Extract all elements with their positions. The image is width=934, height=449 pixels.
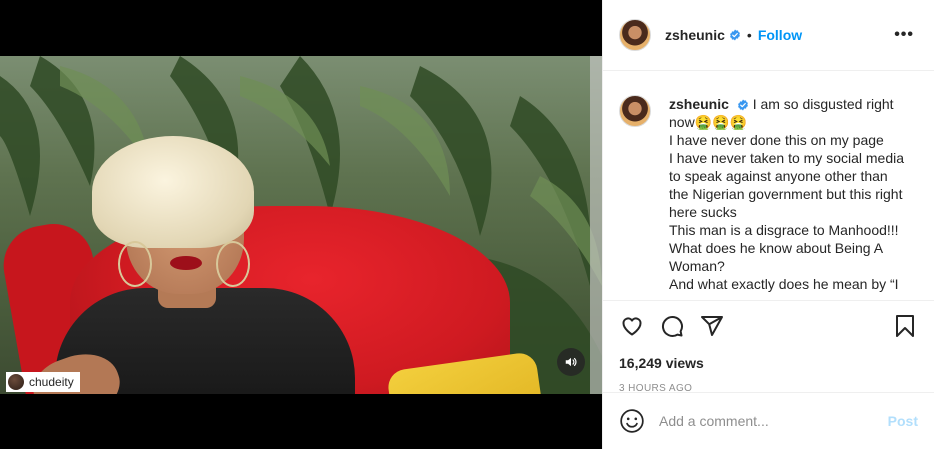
caption-text: zsheunic I am so disgusted right now🤮🤮🤮 … [669, 95, 909, 300]
follow-button[interactable]: Follow [758, 27, 802, 43]
caption-line: And what exactly does he mean by “I [669, 276, 899, 292]
earring-left [118, 241, 152, 287]
comment-icon [661, 315, 683, 337]
credit-avatar [8, 374, 24, 390]
earring-right [216, 241, 250, 287]
author-avatar[interactable] [619, 19, 651, 51]
person-lips [170, 256, 202, 270]
header-separator: • [746, 27, 752, 43]
volume-button[interactable] [557, 348, 585, 376]
comment-bar: Post [603, 392, 934, 449]
action-icons [619, 311, 918, 341]
post-comment-button[interactable]: Post [888, 413, 918, 429]
video-frame[interactable] [0, 56, 602, 394]
post-media[interactable]: chudeity [0, 0, 602, 449]
caption-line: I have never done this on my page [669, 132, 884, 148]
post-header: zsheunic • Follow ••• [603, 0, 934, 71]
comment-button[interactable] [659, 313, 685, 339]
save-button[interactable] [892, 313, 918, 339]
credit-username: chudeity [29, 375, 74, 389]
caption-area: zsheunic I am so disgusted right now🤮🤮🤮 … [603, 71, 934, 300]
emoji-icon[interactable] [619, 408, 645, 434]
post-side-panel: zsheunic • Follow ••• zsheunic I am so d… [602, 0, 934, 449]
caption-line: This man is a disgrace to Manhood!!! [669, 222, 899, 238]
heart-icon [622, 317, 642, 336]
caption-username[interactable]: zsheunic [669, 96, 729, 112]
caption-author-avatar[interactable] [619, 95, 651, 127]
more-options-icon[interactable]: ••• [894, 26, 918, 44]
video-credit-tag[interactable]: chudeity [6, 372, 80, 392]
verified-badge-icon [737, 99, 748, 111]
like-button[interactable] [619, 313, 645, 339]
bookmark-icon [896, 315, 914, 337]
caption-line: I have never taken to my social media to… [669, 150, 905, 220]
volume-icon [565, 357, 577, 367]
person-hair [92, 136, 254, 248]
verified-badge-icon [729, 29, 740, 41]
author-username[interactable]: zsheunic [665, 27, 725, 43]
caption-line: What does he know about Being A Woman? [669, 240, 883, 274]
view-count[interactable]: 16,249 views [619, 355, 918, 371]
comment-input[interactable] [659, 413, 888, 429]
share-icon [701, 316, 723, 336]
share-button[interactable] [699, 313, 725, 339]
